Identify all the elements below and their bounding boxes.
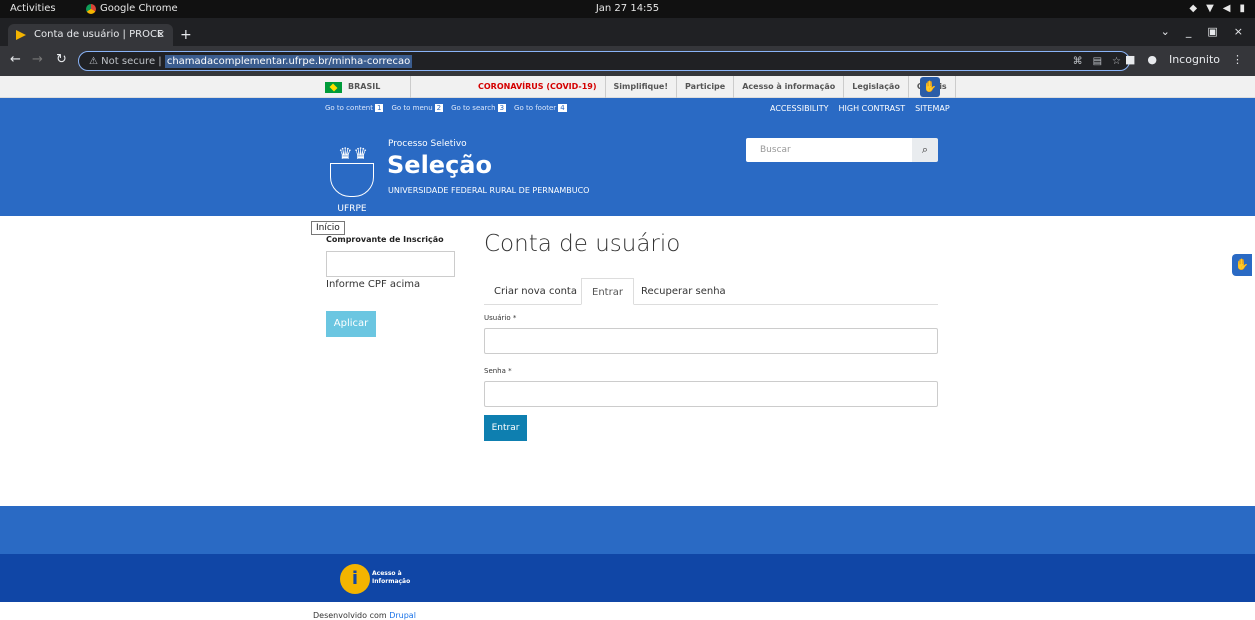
access-information-link[interactable]: Acesso à Informação: [372, 570, 410, 586]
url-text[interactable]: chamadacomplementar.ufrpe.br/minha-corre…: [164, 55, 413, 68]
tab-recover-password[interactable]: Recuperar senha: [631, 278, 736, 305]
new-tab-button[interactable]: +: [180, 24, 192, 46]
address-bar[interactable]: ⚠ Not secure | chamadacomplementar.ufrpe…: [78, 51, 1130, 71]
forward-icon[interactable]: →: [32, 52, 43, 67]
maximize-icon[interactable]: ▣: [1207, 25, 1217, 38]
developed-with: Desenvolvido com Drupal: [313, 611, 416, 620]
skip-link-content[interactable]: Go to content 1: [325, 104, 384, 112]
incognito-label: Incognito: [1168, 53, 1220, 66]
qr-icon[interactable]: ⌘: [1073, 52, 1083, 72]
university-logo[interactable]: ♛ ♛: [327, 144, 377, 198]
system-tray[interactable]: ◆ ▼ ◀ ▮: [1189, 0, 1245, 18]
high-contrast-link[interactable]: HIGH CONTRAST: [839, 104, 906, 113]
cpf-input[interactable]: [326, 251, 455, 277]
logo-label: UFRPE: [337, 204, 367, 214]
drupal-link[interactable]: Drupal: [389, 611, 416, 620]
accessibility-links: ACCESSIBILITY HIGH CONTRAST SITEMAP: [770, 104, 950, 113]
close-window-icon[interactable]: ×: [1234, 25, 1243, 38]
receipt-label: Comprovante de Inscrição: [326, 235, 444, 244]
favicon-icon: [16, 30, 26, 40]
warning-icon: ⚠: [89, 56, 98, 67]
brasil-label: BRASIL: [348, 82, 381, 91]
volume-icon: ◀: [1222, 3, 1231, 14]
vlibras-side-icon[interactable]: ✋: [1232, 254, 1252, 276]
apply-button[interactable]: Aplicar: [326, 311, 376, 337]
tab-create-account[interactable]: Criar nova conta: [484, 278, 587, 305]
browser-tab-strip: Conta de usuário | PROCE × + ⌄ _ ▣ ×: [0, 18, 1255, 46]
gov-link-legislacao[interactable]: Legislação: [844, 76, 909, 98]
incognito-indicator[interactable]: ■ ● Incognito ⋮: [1125, 53, 1243, 66]
minimize-icon[interactable]: _: [1186, 25, 1192, 38]
footer-top: [0, 506, 1255, 554]
translate-icon[interactable]: ▤: [1093, 52, 1102, 72]
site-title[interactable]: Seleção: [387, 151, 492, 179]
reload-icon[interactable]: ↻: [56, 52, 67, 67]
tab-title: Conta de usuário | PROCE: [34, 29, 164, 40]
battery-icon: ▮: [1239, 3, 1245, 14]
menu-icon[interactable]: ⋮: [1232, 53, 1243, 66]
access-information-icon[interactable]: i: [340, 564, 370, 594]
bookmark-star-icon[interactable]: ☆: [1112, 52, 1121, 72]
brasil-link[interactable]: BRASIL: [325, 76, 412, 98]
chevron-down-icon[interactable]: ⌄: [1161, 25, 1170, 38]
incognito-icon: ●: [1147, 53, 1157, 66]
close-tab-icon[interactable]: ×: [157, 24, 165, 46]
security-label: Not secure: [101, 56, 156, 67]
os-top-bar: Activities Google Chrome Jan 27 14:55 ◆ ▼…: [0, 0, 1255, 18]
skip-link-footer[interactable]: Go to footer 4: [514, 104, 567, 112]
password-label: Senha *: [484, 367, 512, 375]
government-links: CORONAVÍRUS (COVID-19) Simplifique! Part…: [470, 76, 956, 98]
username-field[interactable]: [484, 328, 938, 354]
username-label: Usuário *: [484, 314, 517, 322]
search-icon: ⌕: [921, 143, 929, 156]
search-button[interactable]: ⌕: [912, 138, 938, 162]
tab-login[interactable]: Entrar: [581, 278, 634, 305]
clock[interactable]: Jan 27 14:55: [0, 0, 1255, 18]
browser-toolbar: ← → ↻ ⚠ Not secure | chamadacomplementar…: [0, 46, 1255, 76]
window-controls: ⌄ _ ▣ ×: [1161, 25, 1243, 38]
site-subtitle: Processo Seletivo: [388, 139, 467, 149]
home-tooltip: Início: [311, 221, 345, 235]
gov-link-participe[interactable]: Participe: [677, 76, 735, 98]
browser-tab[interactable]: Conta de usuário | PROCE ×: [8, 24, 173, 46]
password-field[interactable]: [484, 381, 938, 407]
government-bar: BRASIL CORONAVÍRUS (COVID-19) Simplifiqu…: [0, 76, 1255, 98]
brazil-flag-icon: [325, 81, 342, 93]
login-button[interactable]: Entrar: [484, 415, 527, 441]
sidepanel-icon[interactable]: ■: [1125, 53, 1135, 66]
wifi-icon: ▼: [1206, 3, 1214, 14]
search-input[interactable]: Buscar: [746, 138, 912, 162]
accessibility-link[interactable]: ACCESSIBILITY: [770, 104, 829, 113]
account-tabs: Criar nova conta Entrar Recuperar senha: [484, 278, 938, 305]
gov-link-covid[interactable]: CORONAVÍRUS (COVID-19): [470, 76, 606, 98]
skip-links: Go to content 1 Go to menu 2 Go to search 3…: [325, 104, 567, 112]
skip-link-menu[interactable]: Go to menu 2: [391, 104, 444, 112]
sitemap-link[interactable]: SITEMAP: [915, 104, 950, 113]
page-title: Conta de usuário: [484, 231, 681, 257]
footer-bottom: [0, 554, 1255, 602]
vlibras-icon[interactable]: ✋: [920, 77, 940, 97]
cpf-help-text: Informe CPF acima: [326, 279, 421, 290]
site-header: Go to content 1 Go to menu 2 Go to search 3…: [0, 98, 1255, 216]
skip-link-search[interactable]: Go to search 3: [451, 104, 507, 112]
gov-link-access-information[interactable]: Acesso à informação: [734, 76, 845, 98]
back-icon[interactable]: ←: [10, 52, 21, 67]
gov-link-simplifique[interactable]: Simplifique!: [606, 76, 678, 98]
university-name: UNIVERSIDADE FEDERAL RURAL DE PERNAMBUCO: [388, 186, 590, 195]
shield-icon: ◆: [1189, 3, 1198, 14]
